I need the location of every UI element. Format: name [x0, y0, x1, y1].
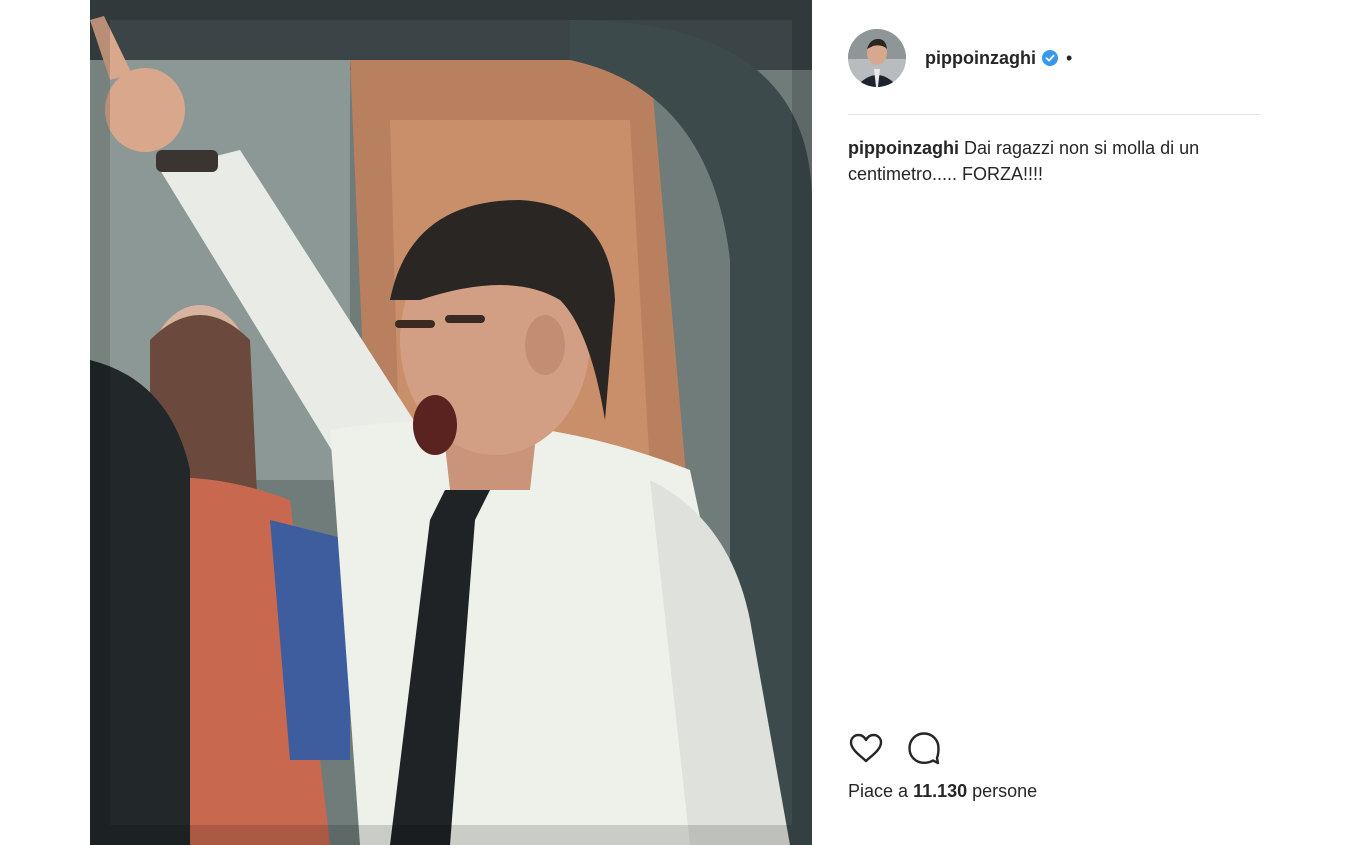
likes-prefix: Piace a: [848, 781, 909, 801]
caption-username-link[interactable]: pippoinzaghi: [848, 138, 959, 158]
heart-icon: [849, 733, 883, 763]
post-side-panel: pippoinzaghi • pippoinzaghi Dai ragazzi …: [848, 0, 1260, 845]
post-caption: pippoinzaghi Dai ragazzi non si molla di…: [848, 135, 1248, 187]
likes-suffix: persone: [972, 781, 1038, 801]
instagram-post-view: pippoinzaghi • pippoinzaghi Dai ragazzi …: [0, 0, 1350, 845]
verified-badge-icon: [1041, 50, 1058, 66]
avatar-image: [848, 29, 906, 87]
header-separator-dot: •: [1065, 47, 1073, 68]
post-photo-illustration: [90, 0, 812, 845]
likes-number: 11.130: [913, 781, 968, 801]
username-link[interactable]: pippoinzaghi: [925, 48, 1036, 69]
like-button[interactable]: [848, 730, 884, 766]
post-header: pippoinzaghi •: [848, 28, 1072, 88]
comment-bubble-icon: [908, 732, 940, 765]
comment-button[interactable]: [906, 730, 942, 766]
likes-count-text[interactable]: Piace a 11.130 persone: [848, 781, 1037, 802]
post-photo[interactable]: [90, 0, 812, 845]
post-actions: [848, 730, 942, 766]
avatar[interactable]: [848, 29, 906, 87]
header-divider: [848, 114, 1260, 115]
